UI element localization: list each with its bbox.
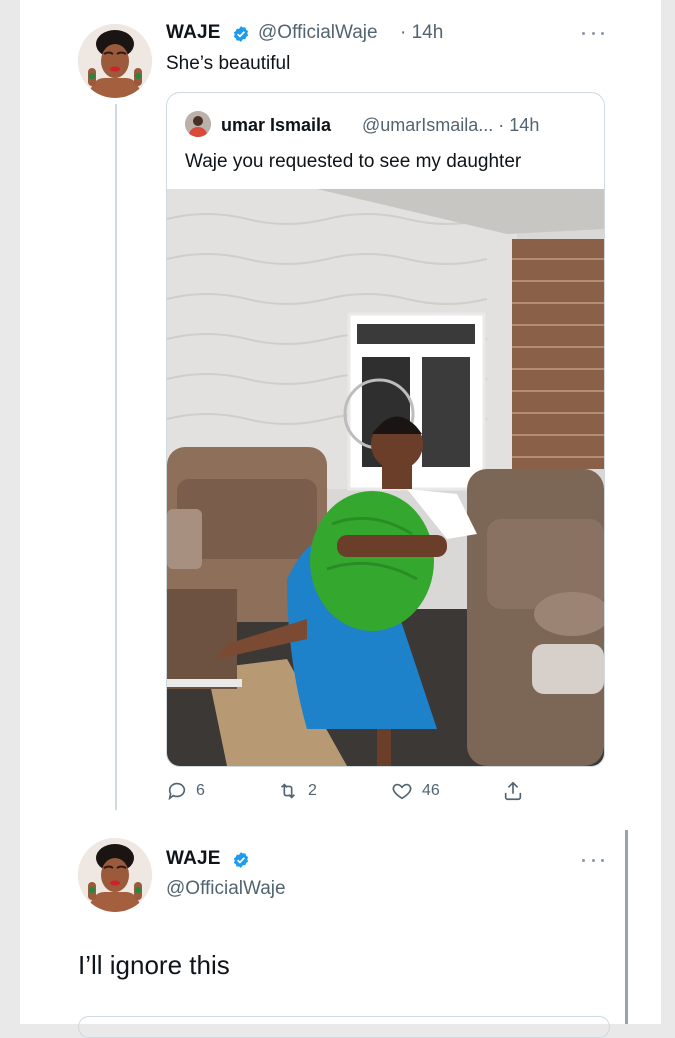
more-icon[interactable]	[582, 30, 604, 36]
quoted-photo[interactable]	[167, 189, 604, 766]
next-card-edge	[78, 1016, 610, 1038]
reply-count: 6	[196, 782, 205, 799]
avatar[interactable]	[78, 24, 152, 98]
quoted-avatar[interactable]	[185, 111, 211, 137]
quoted-tweet-card[interactable]: umar Ismaila @umarIsmaila... · 14h Waje …	[166, 92, 605, 767]
scrollbar[interactable]	[625, 830, 628, 1024]
quoted-author-handle[interactable]: @umarIsmaila... · 14h	[362, 115, 539, 136]
author-name[interactable]: WAJE	[166, 848, 221, 870]
quoted-tweet-text: Waje you requested to see my daughter	[185, 151, 522, 172]
tweet-actions: 6 2 46	[166, 778, 546, 804]
thread-connector-line	[115, 104, 117, 810]
share-button[interactable]	[502, 778, 532, 804]
share-icon	[504, 781, 522, 801]
quoted-author-name[interactable]: umar Ismaila	[221, 115, 331, 136]
author-handle[interactable]: @OfficialWaje	[166, 878, 286, 900]
more-icon[interactable]	[582, 857, 604, 863]
retweet-icon	[280, 783, 296, 799]
author-name[interactable]: WAJE	[166, 22, 221, 44]
like-count: 46	[422, 782, 440, 799]
like-icon	[392, 783, 412, 800]
reply-icon	[168, 782, 186, 801]
verified-icon	[233, 852, 249, 868]
reply-tweet-text: I’ll ignore this	[78, 950, 230, 980]
retweet-count: 2	[308, 782, 317, 799]
author-handle[interactable]: @OfficialWaje	[258, 22, 378, 44]
avatar[interactable]	[78, 838, 152, 912]
verified-icon	[233, 26, 249, 42]
like-button[interactable]: 46	[390, 778, 440, 804]
retweet-button[interactable]: 2	[276, 778, 317, 804]
reply-button[interactable]: 6	[166, 778, 205, 804]
tweet-text: She’s beautiful	[166, 53, 291, 74]
tweet-timestamp[interactable]: · 14h	[400, 22, 443, 44]
